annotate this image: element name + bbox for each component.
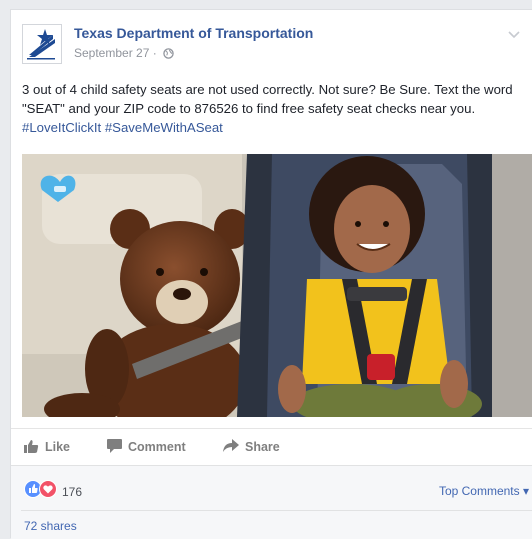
page-name-link[interactable]: Texas Department of Transportation — [74, 25, 313, 41]
txdot-logo[interactable] — [22, 24, 62, 64]
shares-link[interactable]: 72 shares — [24, 519, 77, 533]
car-seat-photo — [22, 154, 532, 417]
post-hashtags[interactable]: #LoveItClickIt #SaveMeWithASeat — [22, 120, 223, 135]
post-photo[interactable] — [22, 154, 532, 417]
like-button[interactable]: Like — [24, 437, 70, 457]
post-actions: Like Comment Share — [11, 428, 532, 465]
post-meta: September 27 · — [74, 46, 174, 62]
post-header: Texas Department of Transportation Septe… — [22, 20, 522, 64]
post-text: 3 out of 4 child safety seats are not us… — [22, 80, 522, 137]
comment-button[interactable]: Comment — [107, 437, 186, 457]
thumbs-up-icon — [24, 439, 39, 456]
reaction-summary[interactable]: 176 — [24, 480, 82, 503]
post-body: 3 out of 4 child safety seats are not us… — [22, 82, 513, 116]
share-arrow-icon — [223, 439, 239, 455]
share-label: Share — [245, 440, 280, 454]
post-date[interactable]: September 27 — [74, 46, 149, 60]
chevron-down-icon[interactable] — [508, 26, 520, 44]
comment-bubble-icon — [107, 438, 122, 456]
comment-label: Comment — [128, 440, 186, 454]
top-comments-dropdown[interactable]: Top Comments ▾ — [439, 484, 529, 498]
divider — [21, 510, 532, 511]
meta-separator: · — [152, 46, 157, 60]
share-button[interactable]: Share — [223, 437, 280, 457]
globe-icon — [163, 48, 174, 62]
love-reaction-icon — [39, 480, 57, 503]
reactions-bar: 176 Top Comments ▾ 72 shares — [11, 465, 532, 539]
post-card: Texas Department of Transportation Septe… — [10, 9, 532, 539]
like-label: Like — [45, 440, 71, 454]
reaction-count[interactable]: 176 — [62, 485, 82, 499]
